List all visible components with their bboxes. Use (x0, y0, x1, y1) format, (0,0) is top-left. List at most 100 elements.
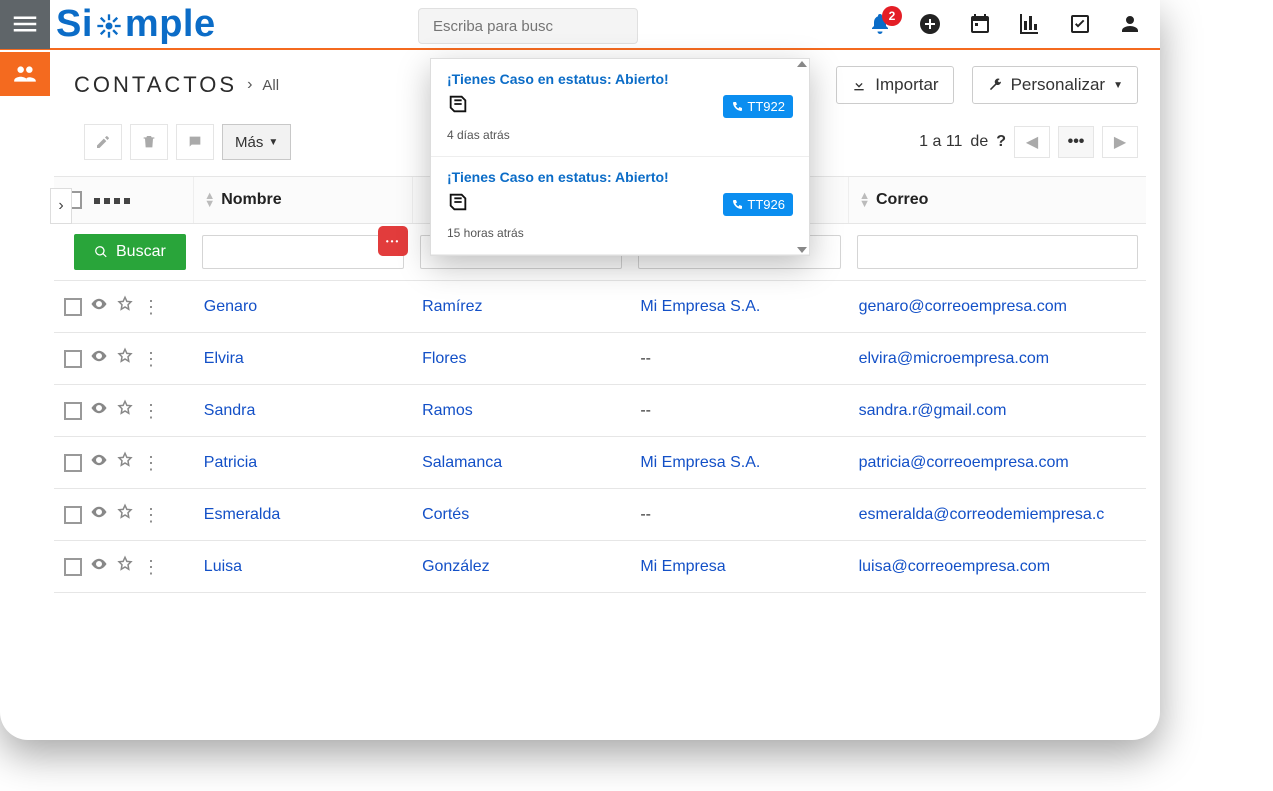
reports-button[interactable] (1018, 12, 1042, 36)
cell-lastname[interactable]: Cortés (412, 489, 630, 541)
cell-firstname[interactable]: Patricia (194, 437, 412, 489)
edit-button[interactable] (84, 124, 122, 160)
search-button[interactable]: Buscar (74, 234, 186, 270)
expand-handle[interactable]: › (50, 188, 72, 224)
pager-prev[interactable]: ◀ (1014, 126, 1050, 158)
cell-email[interactable]: patricia@correoempresa.com (849, 437, 1146, 489)
cell-firstname[interactable]: Genaro (194, 281, 412, 333)
cell-company[interactable]: Mi Empresa S.A. (630, 281, 848, 333)
row-menu-icon[interactable]: ⋮ (142, 560, 160, 574)
chart-icon (1018, 12, 1042, 36)
cell-lastname[interactable]: González (412, 541, 630, 593)
view-icon[interactable] (90, 347, 108, 370)
notification-item[interactable]: ¡Tienes Caso en estatus: Abierto! TT922 … (431, 59, 809, 157)
cell-email[interactable]: sandra.r@gmail.com (849, 385, 1146, 437)
star-icon[interactable] (116, 555, 134, 578)
cell-firstname[interactable]: Luisa (194, 541, 412, 593)
cell-lastname[interactable]: Salamanca (412, 437, 630, 489)
brand-o-icon (95, 12, 123, 40)
notification-tag[interactable]: TT926 (723, 193, 793, 216)
more-dropdown[interactable]: Más ▼ (222, 124, 291, 160)
breadcrumb-view[interactable]: All (262, 77, 279, 94)
cell-lastname[interactable]: Ramírez (412, 281, 630, 333)
star-icon[interactable] (116, 503, 134, 526)
customize-button[interactable]: Personalizar ▼ (972, 66, 1138, 104)
col-email[interactable]: ▲▼ Correo (849, 177, 1146, 224)
table-row[interactable]: ⋮ Sandra Ramos -- sandra.r@gmail.com (54, 385, 1146, 437)
cell-email[interactable]: luisa@correoempresa.com (849, 541, 1146, 593)
import-button[interactable]: Importar (836, 66, 953, 104)
cell-lastname[interactable]: Ramos (412, 385, 630, 437)
cell-lastname[interactable]: Flores (412, 333, 630, 385)
search-button-label: Buscar (116, 243, 166, 261)
pager: 1 a 11 de ? ◀ ••• ▶ (919, 126, 1138, 158)
row-menu-icon[interactable]: ⋮ (142, 508, 160, 522)
table-row[interactable]: ⋮ Patricia Salamanca Mi Empresa S.A. pat… (54, 437, 1146, 489)
cell-firstname[interactable]: Sandra (194, 385, 412, 437)
table-row[interactable]: ⋮ Elvira Flores -- elvira@microempresa.c… (54, 333, 1146, 385)
pager-of: de (970, 133, 988, 151)
filter-options-icon[interactable]: ••• (378, 226, 408, 256)
col-firstname-label: Nombre (221, 191, 281, 209)
cell-email[interactable]: esmeralda@correodemiempresa.c (849, 489, 1146, 541)
star-icon[interactable] (116, 451, 134, 474)
add-button[interactable] (918, 12, 942, 36)
top-icons: 2 (868, 12, 1142, 36)
star-icon[interactable] (116, 295, 134, 318)
notifications-button[interactable]: 2 (868, 12, 892, 36)
row-checkbox[interactable] (64, 454, 82, 472)
view-toggle[interactable] (94, 198, 130, 204)
table-row[interactable]: ⋮ Genaro Ramírez Mi Empresa S.A. genaro@… (54, 281, 1146, 333)
filter-email[interactable] (857, 235, 1138, 269)
search-input[interactable] (433, 18, 632, 35)
view-icon[interactable] (90, 295, 108, 318)
cell-firstname[interactable]: Esmeralda (194, 489, 412, 541)
cell-company[interactable]: -- (630, 489, 848, 541)
pager-jump[interactable]: ••• (1058, 126, 1094, 158)
row-checkbox[interactable] (64, 350, 82, 368)
row-menu-icon[interactable]: ⋮ (142, 352, 160, 366)
topbar: Si mple 2 (0, 0, 1160, 50)
star-icon[interactable] (116, 399, 134, 422)
calendar-button[interactable] (968, 12, 992, 36)
notification-item[interactable]: ¡Tienes Caso en estatus: Abierto! TT926 … (431, 157, 809, 255)
cell-email[interactable]: genaro@correoempresa.com (849, 281, 1146, 333)
cell-email[interactable]: elvira@microempresa.com (849, 333, 1146, 385)
star-icon[interactable] (116, 347, 134, 370)
notification-title: ¡Tienes Caso en estatus: Abierto! (447, 71, 793, 87)
pager-next[interactable]: ▶ (1102, 126, 1138, 158)
tasks-button[interactable] (1068, 12, 1092, 36)
row-checkbox[interactable] (64, 402, 82, 420)
global-search[interactable] (418, 8, 638, 44)
more-label: Más (235, 134, 263, 151)
row-checkbox[interactable] (64, 558, 82, 576)
notification-time: 15 horas atrás (447, 226, 793, 240)
cell-company[interactable]: -- (630, 333, 848, 385)
calendar-icon (968, 12, 992, 36)
view-icon[interactable] (90, 451, 108, 474)
notification-tag[interactable]: TT922 (723, 95, 793, 118)
comment-button[interactable] (176, 124, 214, 160)
filter-firstname[interactable] (202, 235, 404, 269)
table-row[interactable]: ⋮ Esmeralda Cortés -- esmeralda@correode… (54, 489, 1146, 541)
scroll-up-icon[interactable] (797, 61, 807, 67)
brand-logo[interactable]: Si mple (56, 3, 216, 46)
delete-button[interactable] (130, 124, 168, 160)
menu-toggle[interactable] (0, 0, 50, 49)
cell-firstname[interactable]: Elvira (194, 333, 412, 385)
user-menu[interactable] (1118, 12, 1142, 36)
row-checkbox[interactable] (64, 298, 82, 316)
view-icon[interactable] (90, 503, 108, 526)
cell-company[interactable]: Mi Empresa S.A. (630, 437, 848, 489)
view-icon[interactable] (90, 399, 108, 422)
row-menu-icon[interactable]: ⋮ (142, 300, 160, 314)
table-row[interactable]: ⋮ Luisa González Mi Empresa luisa@correo… (54, 541, 1146, 593)
scroll-down-icon[interactable] (797, 247, 807, 253)
cell-company[interactable]: Mi Empresa (630, 541, 848, 593)
col-firstname[interactable]: ▲▼ Nombre (194, 177, 412, 224)
view-icon[interactable] (90, 555, 108, 578)
row-checkbox[interactable] (64, 506, 82, 524)
cell-company[interactable]: -- (630, 385, 848, 437)
row-menu-icon[interactable]: ⋮ (142, 456, 160, 470)
row-menu-icon[interactable]: ⋮ (142, 404, 160, 418)
